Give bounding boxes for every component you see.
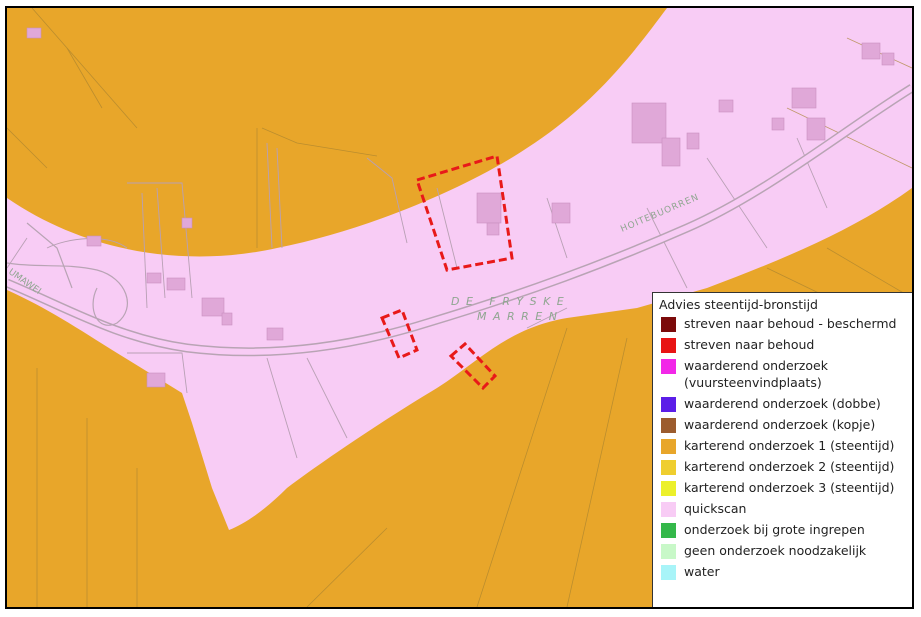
legend-label: streven naar behoud - beschermd <box>684 316 897 331</box>
place-label-line2: MARREN <box>477 310 563 323</box>
legend-swatch <box>661 317 676 332</box>
legend-swatch <box>661 418 676 433</box>
legend-label: waarderend onderzoek (kopje) <box>684 417 876 432</box>
legend-item: waarderend onderzoek (kopje) <box>659 416 907 433</box>
legend-title: Advies steentijd-bronstijd <box>659 297 818 312</box>
legend-swatch <box>661 338 676 353</box>
legend-label: quickscan <box>684 501 747 516</box>
legend-swatch <box>661 523 676 538</box>
legend-item: karterend onderzoek 3 (steentijd) <box>659 479 907 496</box>
legend-swatch <box>661 565 676 580</box>
legend-label: streven naar behoud <box>684 337 815 352</box>
legend-label: geen onderzoek noodzakelijk <box>684 543 867 558</box>
legend-label: karterend onderzoek 2 (steentijd) <box>684 459 895 474</box>
legend-swatch <box>661 359 676 374</box>
legend-swatch <box>661 481 676 496</box>
legend-label: onderzoek bij grote ingrepen <box>684 522 865 537</box>
place-label-line1: DE FRYSKE <box>451 295 570 308</box>
legend-label: waarderend onderzoek (vuursteenvindplaat… <box>684 358 828 390</box>
legend-label: karterend onderzoek 3 (steentijd) <box>684 480 895 495</box>
legend-item: streven naar behoud <box>659 336 907 353</box>
legend-swatch <box>661 502 676 517</box>
legend-swatch <box>661 439 676 454</box>
legend-item: waarderend onderzoek (dobbe) <box>659 395 907 412</box>
legend-item: karterend onderzoek 1 (steentijd) <box>659 437 907 454</box>
legend-items: streven naar behoud - beschermd streven … <box>659 315 907 580</box>
legend-item: karterend onderzoek 2 (steentijd) <box>659 458 907 475</box>
legend-label: waarderend onderzoek (dobbe) <box>684 396 881 411</box>
legend-item: water <box>659 563 907 580</box>
legend-item: waarderend onderzoek (vuursteenvindplaat… <box>659 357 907 391</box>
legend-swatch <box>661 460 676 475</box>
legend-item: onderzoek bij grote ingrepen <box>659 521 907 538</box>
legend-item: geen onderzoek noodzakelijk <box>659 542 907 559</box>
legend-label: water <box>684 564 720 579</box>
legend-item: quickscan <box>659 500 907 517</box>
legend-item: streven naar behoud - beschermd <box>659 315 907 332</box>
legend-panel: Advies steentijd-bronstijd streven naar … <box>652 292 912 607</box>
legend-swatch <box>661 397 676 412</box>
legend-swatch <box>661 544 676 559</box>
map-frame[interactable]: DE FRYSKE MARREN HOITEBUORREN UMAWEI Adv… <box>5 6 914 609</box>
legend-label: karterend onderzoek 1 (steentijd) <box>684 438 895 453</box>
